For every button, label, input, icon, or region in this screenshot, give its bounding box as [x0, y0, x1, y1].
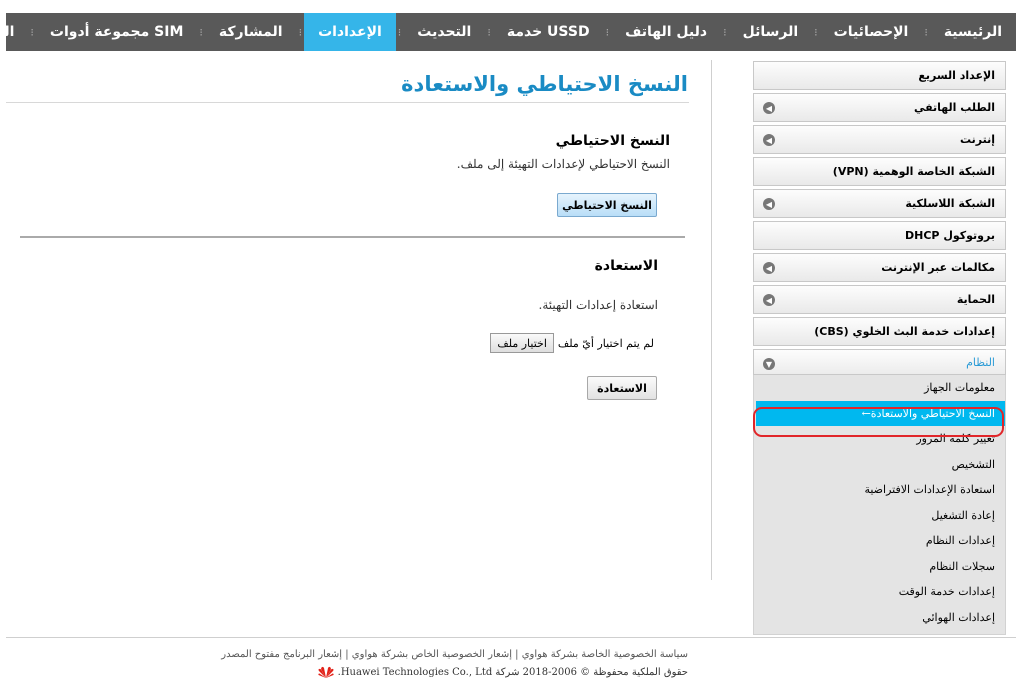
nav-separator: ⁝	[30, 25, 34, 39]
sidebar-item-system[interactable]: ▼ النظام	[753, 349, 1006, 375]
sidebar-item-label: الشبكة اللاسلكية	[905, 197, 995, 210]
choose-file-button[interactable]: اختيار ملف	[490, 333, 554, 353]
submenu-label: إعدادات النظام	[925, 534, 995, 548]
submenu-diagnosis[interactable]: التشخيص	[754, 452, 1005, 478]
copyright-text: حقوق الملكية محفوظة © 2006-2018 شركة Hua…	[337, 666, 688, 678]
chevron-left-icon: ◀	[763, 102, 775, 114]
top-nav: الرئيسية ⁝ الإحصائيات ⁝ الرسائل ⁝ دليل ا…	[0, 13, 1016, 51]
backup-button[interactable]: النسخ الاحتياطي	[557, 193, 657, 217]
footer-links[interactable]: سياسة الخصوصية الخاصة بشركة هواوي | إشعا…	[221, 649, 688, 660]
nav-separator: ⁝	[723, 25, 727, 39]
submenu-restore-defaults[interactable]: استعادة الإعدادات الافتراضية	[754, 477, 1005, 503]
sidebar-item-internet[interactable]: ◀ إنترنت	[753, 125, 1006, 154]
title-divider	[6, 102, 689, 103]
submenu-label: تغيير كلمة المرور	[916, 432, 995, 446]
nav-separator: ⁝	[397, 25, 402, 39]
nav-sim-toolkit[interactable]: مجموعة أدوات SIM	[36, 13, 198, 51]
submenu-label: استعادة الإعدادات الافتراضية	[864, 483, 995, 497]
submenu-label: إعدادات خدمة الوقت	[898, 585, 995, 599]
huawei-logo-icon	[318, 666, 334, 678]
sidebar-item-label: بروتوكول DHCP	[905, 229, 995, 242]
submenu-label: إعادة التشغيل	[931, 508, 995, 522]
sidebar-item-label: الإعداد السريع	[918, 69, 995, 82]
nav-separator: ⁝	[814, 25, 818, 39]
chevron-left-icon: ◀	[763, 198, 775, 210]
nav-separator: ⁝	[199, 25, 203, 39]
sidebar-item-label: الحماية	[956, 293, 995, 306]
chevron-down-icon: ▼	[763, 358, 775, 370]
chevron-left-icon: ◀	[763, 134, 775, 146]
submenu-reboot[interactable]: إعادة التشغيل	[754, 503, 1005, 529]
submenu-system-logs[interactable]: سجلات النظام	[754, 554, 1005, 580]
sidebar-item-label: الطلب الهاتفي	[913, 101, 995, 114]
footer-copyright: حقوق الملكية محفوظة © 2006-2018 شركة Hua…	[318, 666, 688, 678]
nav-phonebook[interactable]: دليل الهاتف	[611, 13, 721, 51]
sidebar-item-cbs[interactable]: إعدادات خدمة البث الخلوي (CBS)	[753, 317, 1006, 346]
submenu-backup-restore[interactable]: النسخ الاحتياطي والاستعادة←	[756, 400, 1005, 426]
backup-description: النسخ الاحتياطي لإعدادات التهيئة إلى ملف…	[456, 157, 670, 171]
file-picker: اختيار ملف لم يتم اختيار أيّ ملف	[490, 333, 654, 353]
nav-more[interactable]: المزيد	[0, 13, 28, 51]
page-title: النسخ الاحتياطي والاستعادة	[401, 72, 688, 96]
submenu-antenna-settings[interactable]: إعدادات الهوائي	[754, 605, 1005, 631]
nav-sharing[interactable]: المشاركة	[205, 13, 297, 51]
nav-statistics[interactable]: الإحصائيات	[820, 13, 923, 51]
content-divider	[711, 60, 712, 580]
submenu-time-service[interactable]: إعدادات خدمة الوقت	[754, 579, 1005, 605]
submenu-label: سجلات النظام	[929, 559, 995, 573]
file-status: لم يتم اختيار أيّ ملف	[557, 336, 654, 350]
sidebar-item-label: إنترنت	[959, 133, 995, 146]
submenu-device-info[interactable]: معلومات الجهاز	[754, 375, 1005, 401]
sidebar-item-label: النظام	[966, 355, 995, 369]
restore-heading: الاستعادة	[594, 258, 658, 274]
nav-ussd[interactable]: خدمة USSD	[493, 13, 604, 51]
sidebar-item-label: مكالمات عبر الإنترنت	[881, 261, 995, 274]
submenu-label: التشخيص	[951, 457, 995, 471]
restore-description: استعادة إعدادات التهيئة.	[538, 298, 658, 312]
sidebar-item-vpn[interactable]: الشبكة الخاصة الوهمية (VPN)	[753, 157, 1006, 186]
sidebar-item-label: الشبكة الخاصة الوهمية (VPN)	[832, 165, 995, 178]
nav-messages[interactable]: الرسائل	[729, 13, 813, 51]
system-submenu: معلومات الجهاز النسخ الاحتياطي والاستعاد…	[753, 375, 1006, 635]
footer-divider	[6, 637, 1016, 638]
sidebar: الإعداد السريع ◀ الطلب الهاتفي ◀ إنترنت ال…	[753, 61, 1006, 635]
restore-button[interactable]: الاستعادة	[587, 376, 657, 400]
sidebar-item-wlan[interactable]: ◀ الشبكة اللاسلكية	[753, 189, 1006, 218]
backup-heading: النسخ الاحتياطي	[555, 133, 670, 149]
submenu-change-password[interactable]: تغيير كلمة المرور	[754, 426, 1005, 452]
nav-update[interactable]: التحديث	[403, 13, 485, 51]
chevron-left-icon: ◀	[763, 294, 775, 306]
submenu-system-settings[interactable]: إعدادات النظام	[754, 528, 1005, 554]
nav-settings[interactable]: الإعدادات	[304, 13, 396, 51]
chevron-left-icon: ◀	[763, 262, 775, 274]
submenu-label: معلومات الجهاز	[924, 381, 995, 395]
nav-home[interactable]: الرئيسية	[930, 13, 1016, 51]
sidebar-item-dhcp[interactable]: بروتوكول DHCP	[753, 221, 1006, 250]
sidebar-item-quick-setup[interactable]: الإعداد السريع	[753, 61, 1006, 90]
sidebar-item-label: إعدادات خدمة البث الخلوي (CBS)	[814, 325, 995, 338]
submenu-label: إعدادات الهوائي	[922, 610, 995, 624]
nav-separator: ⁝	[924, 25, 928, 39]
sidebar-item-voip[interactable]: ◀ مكالمات عبر الإنترنت	[753, 253, 1006, 282]
sidebar-item-security[interactable]: ◀ الحماية	[753, 285, 1006, 314]
nav-separator: ⁝	[487, 25, 491, 39]
nav-separator: ⁝	[605, 25, 610, 39]
sidebar-item-dialup[interactable]: ◀ الطلب الهاتفي	[753, 93, 1006, 122]
submenu-label: النسخ الاحتياطي والاستعادة←	[861, 406, 995, 420]
nav-separator: ⁝	[298, 25, 303, 39]
section-divider	[20, 236, 685, 238]
